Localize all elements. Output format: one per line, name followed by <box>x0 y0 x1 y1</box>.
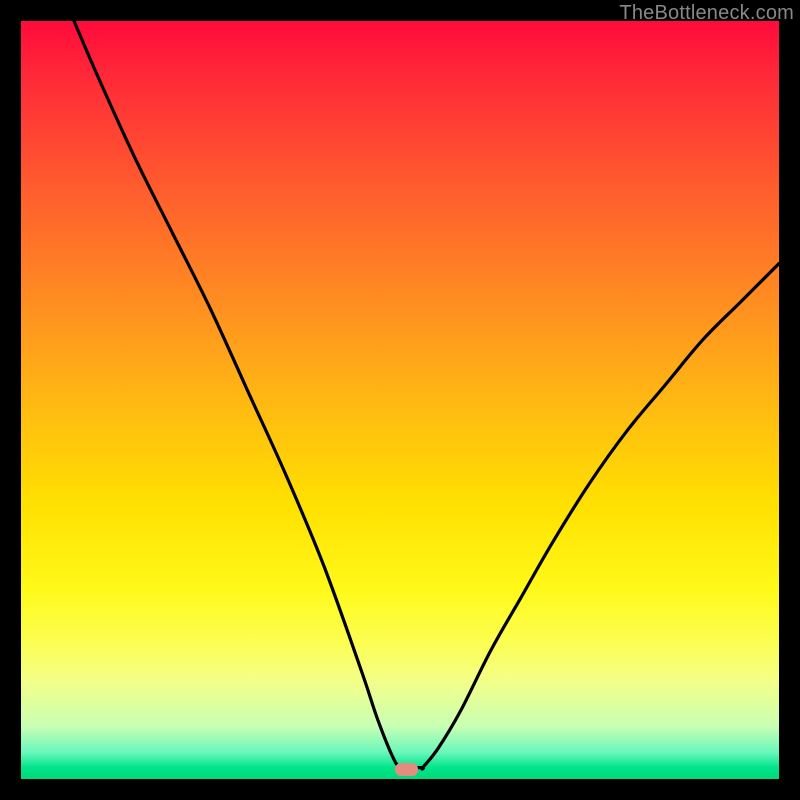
plot-area <box>21 21 779 779</box>
chart-stage: TheBottleneck.com <box>0 0 800 800</box>
optimum-marker <box>395 763 418 776</box>
watermark-text: TheBottleneck.com <box>619 2 794 25</box>
bottleneck-curve <box>21 21 779 779</box>
